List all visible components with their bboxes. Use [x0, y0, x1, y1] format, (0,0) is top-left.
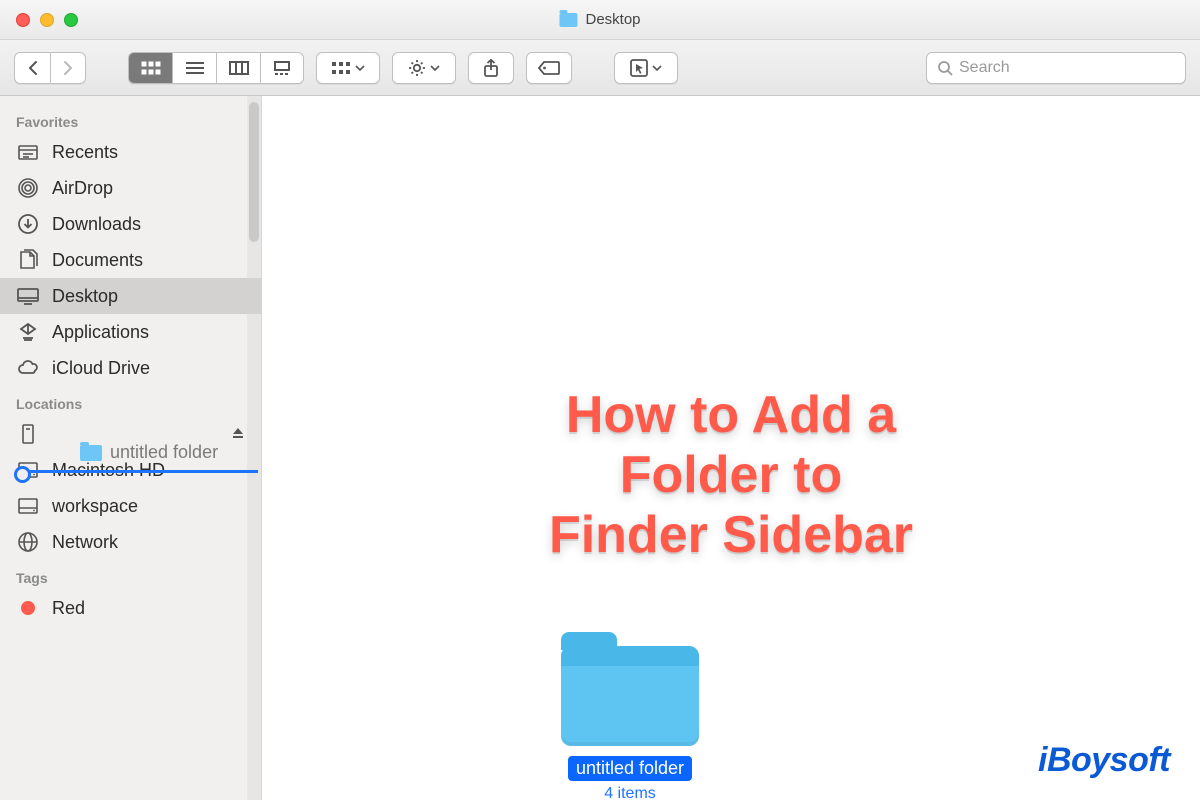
brand-text: iBoysoft [1038, 741, 1170, 779]
sidebar-item-tag-red[interactable]: Red [0, 590, 261, 626]
desktop-icon [16, 284, 40, 308]
airdrop-icon [16, 176, 40, 200]
traffic-lights [0, 13, 78, 27]
sidebar-section-tags: Tags [0, 560, 261, 590]
overlay-title-line: How to Add a Folder to [497, 386, 966, 506]
gear-icon [408, 59, 426, 77]
sidebar-item-label: AirDrop [52, 178, 113, 199]
chevron-down-icon [355, 65, 365, 71]
view-list-button[interactable] [172, 52, 216, 84]
sidebar-item-airdrop[interactable]: AirDrop [0, 170, 261, 206]
cursor-box-icon [630, 59, 648, 77]
back-button[interactable] [14, 52, 50, 84]
view-column-button[interactable] [216, 52, 260, 84]
toolbar: Search [0, 40, 1200, 96]
sidebar-item-label: Documents [52, 250, 143, 271]
nav-buttons [14, 52, 86, 84]
drop-indicator [26, 470, 258, 473]
window-title-text: Desktop [585, 11, 640, 28]
overlay-title: How to Add a Folder to Finder Sidebar [497, 386, 966, 565]
sidebar-item-label: Recents [52, 142, 118, 163]
finder-window: Desktop [0, 0, 1200, 800]
sidebar-item-label: Network [52, 532, 118, 553]
folder-item[interactable]: untitled folder 4 items [550, 646, 710, 803]
tag-icon [538, 61, 560, 75]
group-by-dropdown[interactable] [316, 52, 380, 84]
sidebar-item-documents[interactable]: Documents [0, 242, 261, 278]
brand-logo: iBoysoft [1038, 741, 1170, 780]
sidebar-item-recents[interactable]: Recents [0, 134, 261, 170]
drag-proxy: untitled folder [80, 442, 218, 463]
share-icon [483, 59, 499, 77]
folder-subtitle: 4 items [550, 785, 710, 803]
sidebar-item-label: workspace [52, 496, 138, 517]
network-icon [16, 530, 40, 554]
view-icon-button[interactable] [128, 52, 172, 84]
folder-icon [80, 445, 102, 461]
folder-icon [559, 13, 577, 27]
tag-button[interactable] [526, 52, 572, 84]
sidebar-item-label: Red [52, 598, 85, 619]
close-button[interactable] [16, 13, 30, 27]
external-drive-icon [16, 422, 40, 446]
sidebar-item-applications[interactable]: Applications [0, 314, 261, 350]
forward-button[interactable] [50, 52, 86, 84]
content-area[interactable]: How to Add a Folder to Finder Sidebar un… [262, 96, 1200, 800]
folder-icon [561, 646, 699, 746]
search-icon [937, 60, 953, 76]
eject-icon[interactable] [231, 424, 245, 445]
search-placeholder: Search [959, 59, 1010, 77]
sidebar: Favorites Recents AirDrop Downloads Docu… [0, 96, 262, 800]
sidebar-item-label: iCloud Drive [52, 358, 150, 379]
view-mode-buttons [128, 52, 304, 84]
chevron-down-icon [430, 65, 440, 71]
sidebar-item-label: Downloads [52, 214, 141, 235]
folder-name: untitled folder [568, 756, 692, 781]
sidebar-section-locations: Locations [0, 386, 261, 416]
sidebar-item-label: Applications [52, 322, 149, 343]
hard-drive-icon [16, 494, 40, 518]
minimize-button[interactable] [40, 13, 54, 27]
sidebar-item-network[interactable]: Network [0, 524, 261, 560]
tag-dot-icon [16, 596, 40, 620]
downloads-icon [16, 212, 40, 236]
documents-icon [16, 248, 40, 272]
applications-icon [16, 320, 40, 344]
quick-actions-dropdown[interactable] [614, 52, 678, 84]
action-dropdown[interactable] [392, 52, 456, 84]
titlebar: Desktop [0, 0, 1200, 40]
window-body: Favorites Recents AirDrop Downloads Docu… [0, 96, 1200, 800]
chevron-down-icon [652, 65, 662, 71]
sidebar-section-favorites: Favorites [0, 104, 261, 134]
sidebar-item-downloads[interactable]: Downloads [0, 206, 261, 242]
search-field[interactable]: Search [926, 52, 1186, 84]
share-button[interactable] [468, 52, 514, 84]
sidebar-item-desktop[interactable]: Desktop [0, 278, 261, 314]
maximize-button[interactable] [64, 13, 78, 27]
view-gallery-button[interactable] [260, 52, 304, 84]
sidebar-item-icloud-drive[interactable]: iCloud Drive [0, 350, 261, 386]
recents-icon [16, 140, 40, 164]
drag-proxy-label: untitled folder [110, 442, 218, 463]
cloud-icon [16, 356, 40, 380]
sidebar-item-workspace[interactable]: workspace [0, 488, 261, 524]
sidebar-item-label: Desktop [52, 286, 118, 307]
window-title: Desktop [559, 11, 640, 28]
overlay-title-line: Finder Sidebar [497, 506, 966, 566]
